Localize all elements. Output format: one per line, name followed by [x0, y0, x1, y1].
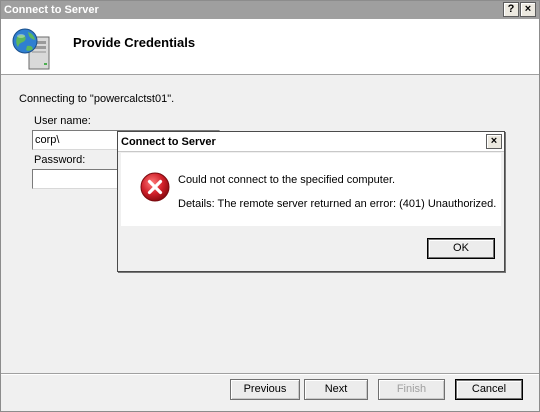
- error-dialog: Connect to Server × Could not connect to…: [117, 131, 505, 272]
- window-title: Connect to Server: [4, 4, 99, 16]
- previous-button[interactable]: Previous: [230, 379, 300, 400]
- wizard-step-title: Provide Credentials: [73, 35, 196, 50]
- next-button[interactable]: Next: [304, 379, 368, 400]
- error-dialog-titlebar[interactable]: Connect to Server ×: [118, 132, 504, 152]
- error-dialog-title: Connect to Server: [121, 136, 216, 148]
- ok-button[interactable]: OK: [427, 238, 495, 259]
- wizard-header: Provide Credentials: [1, 19, 539, 75]
- error-details: Details: The remote server returned an e…: [178, 198, 497, 210]
- finish-button[interactable]: Finish: [378, 379, 445, 400]
- username-label: User name:: [34, 115, 91, 127]
- help-button[interactable]: ?: [503, 2, 519, 17]
- cancel-button[interactable]: Cancel: [455, 379, 523, 400]
- close-button[interactable]: ×: [520, 2, 536, 17]
- globe-server-icon: [12, 28, 50, 70]
- window-titlebar[interactable]: Connect to Server ? ×: [1, 1, 539, 19]
- error-dialog-close-button[interactable]: ×: [486, 134, 502, 149]
- password-label: Password:: [34, 154, 86, 166]
- error-dialog-body: Could not connect to the specified compu…: [121, 153, 501, 226]
- error-message: Could not connect to the specified compu…: [178, 174, 396, 186]
- connecting-status-text: Connecting to "powercalctst01".: [19, 93, 175, 105]
- footer-divider-highlight: [1, 374, 539, 375]
- error-icon: [140, 172, 170, 202]
